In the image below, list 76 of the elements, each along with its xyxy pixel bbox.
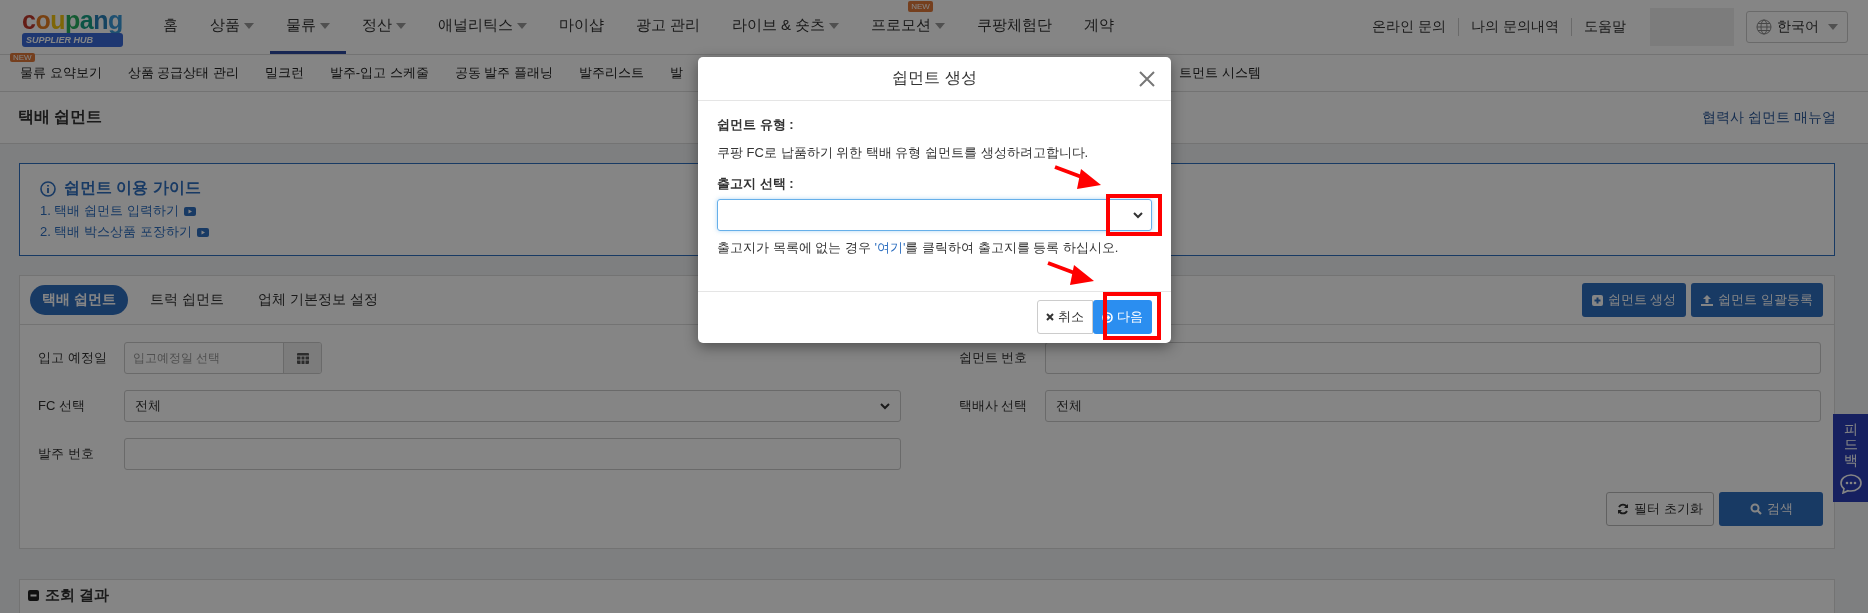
highlight-frame	[1106, 194, 1162, 236]
nav-tab[interactable]: 홈	[146, 0, 194, 54]
register-link[interactable]: '여기'	[874, 240, 906, 255]
calendar-icon[interactable]	[296, 352, 309, 364]
subnav-link[interactable]: 발주-입고 스케줄	[329, 64, 429, 82]
search-icon	[1749, 503, 1762, 515]
caret-icon	[1828, 24, 1838, 30]
nav-tab[interactable]: 마이샵	[542, 0, 620, 54]
highlight-frame	[1103, 292, 1161, 340]
header-link[interactable]: 나의 문의내역	[1458, 18, 1571, 36]
field-label: FC 선택	[38, 397, 86, 415]
subnav-link[interactable]: 밀크런	[264, 64, 304, 82]
field-label: 쉽먼트 유형 :	[717, 117, 795, 132]
nav-tab[interactable]: 계약	[1068, 0, 1131, 54]
action-button[interactable]: 쉽먼트 일괄등록	[1691, 283, 1823, 317]
field-label: 입고 예정일	[38, 349, 108, 367]
next-button[interactable]: 다음	[1093, 300, 1152, 334]
guide-link[interactable]: 1. 택배 쉽먼트 입력하기	[40, 202, 196, 220]
reset-button[interactable]: 필터 초기화	[1606, 492, 1714, 526]
nav-tab[interactable]: 상품	[193, 0, 270, 54]
nav-tab[interactable]: 쿠팡체험단	[961, 0, 1069, 54]
description-text: 쿠팡 FC로 납품하기 위한 택배 유형 쉽먼트를 생성하려고합니다.	[717, 145, 1090, 160]
logo-badge: SUPPLIER HUB	[22, 33, 123, 47]
subnav-link[interactable]: 트먼트 시스템	[1179, 64, 1261, 82]
header-link[interactable]: 온라인 문의	[1360, 18, 1459, 36]
nav-tab[interactable]: 광고 관리	[619, 0, 716, 54]
refresh-icon	[1617, 503, 1630, 515]
page-title: 택배 쉽먼트	[18, 107, 103, 127]
nav-tab[interactable]: 애널리틱스	[421, 0, 543, 54]
globe-icon	[1756, 19, 1772, 35]
subnav-link[interactable]: 공동 발주 플래닝	[454, 64, 554, 82]
dialog-title: 쉽먼트 생성	[892, 68, 977, 88]
nav-tab[interactable]: 정산	[345, 0, 422, 54]
video-icon	[183, 206, 196, 216]
field-label: 택배사 선택	[958, 397, 1029, 415]
nav-tab[interactable]: NEW 프로모션	[855, 0, 962, 54]
chevron-down-icon	[1133, 211, 1143, 219]
origin-select[interactable]	[717, 199, 1152, 231]
results-title: 조회 결과	[45, 586, 110, 605]
upload-icon	[1701, 294, 1714, 306]
tab[interactable]: 택배 쉽먼트	[30, 285, 128, 315]
header-link[interactable]: 도움말	[1571, 18, 1638, 36]
field-label: 출고지 선택 :	[717, 176, 795, 191]
hint-text: 출고지가 목록에 없는 경우 '여기'를 클릭하여 출고지를 등록 하십시오.	[717, 240, 1120, 255]
collapse-icon[interactable]	[28, 590, 39, 601]
subnav-link[interactable]: 상품 공급상태 관리	[127, 64, 239, 82]
guide-link[interactable]: 2. 택배 박스상품 포장하기	[40, 223, 209, 241]
manual-link[interactable]: 협력사 쉽먼트 매뉴얼	[1702, 108, 1836, 127]
video-icon	[196, 227, 209, 237]
info-icon	[40, 180, 56, 197]
select-field[interactable]: 전체	[124, 390, 901, 422]
new-badge: NEW	[908, 1, 933, 12]
language-selector[interactable]: 한국어	[1746, 11, 1848, 43]
cancel-button[interactable]: 취소	[1037, 300, 1093, 334]
text-field[interactable]	[1044, 342, 1821, 374]
chevron-down-icon	[879, 402, 890, 410]
feedback-tab[interactable]: 피드백	[1833, 414, 1868, 503]
subnav-link[interactable]: 발주리스트	[579, 64, 645, 82]
chat-icon	[1839, 474, 1862, 495]
field-label: 쉽먼트 번호	[958, 349, 1029, 367]
text-field[interactable]	[124, 438, 901, 470]
nav-tab[interactable]: 라이브 & 숏츠	[715, 0, 856, 54]
guide-title: 쉽먼트 이용 가이드	[64, 178, 201, 198]
tab[interactable]: 트럭 쉽먼트	[137, 285, 236, 315]
field-label: 발주 번호	[38, 445, 95, 463]
action-button[interactable]: 쉽먼트 생성	[1581, 283, 1687, 317]
text-field[interactable]: 전체	[1044, 390, 1821, 422]
tab[interactable]: 업체 기본정보 설정	[245, 285, 390, 315]
close-icon	[1046, 313, 1054, 321]
new-badge: NEW	[10, 53, 35, 62]
subnav-link[interactable]: 발	[670, 64, 684, 82]
logo-wordmark[interactable]: coupang	[22, 7, 123, 33]
plus-icon	[1591, 294, 1603, 306]
search-button[interactable]: 검색	[1719, 492, 1823, 526]
arrow-circle-icon	[1102, 311, 1113, 323]
close-icon[interactable]	[1139, 71, 1155, 87]
